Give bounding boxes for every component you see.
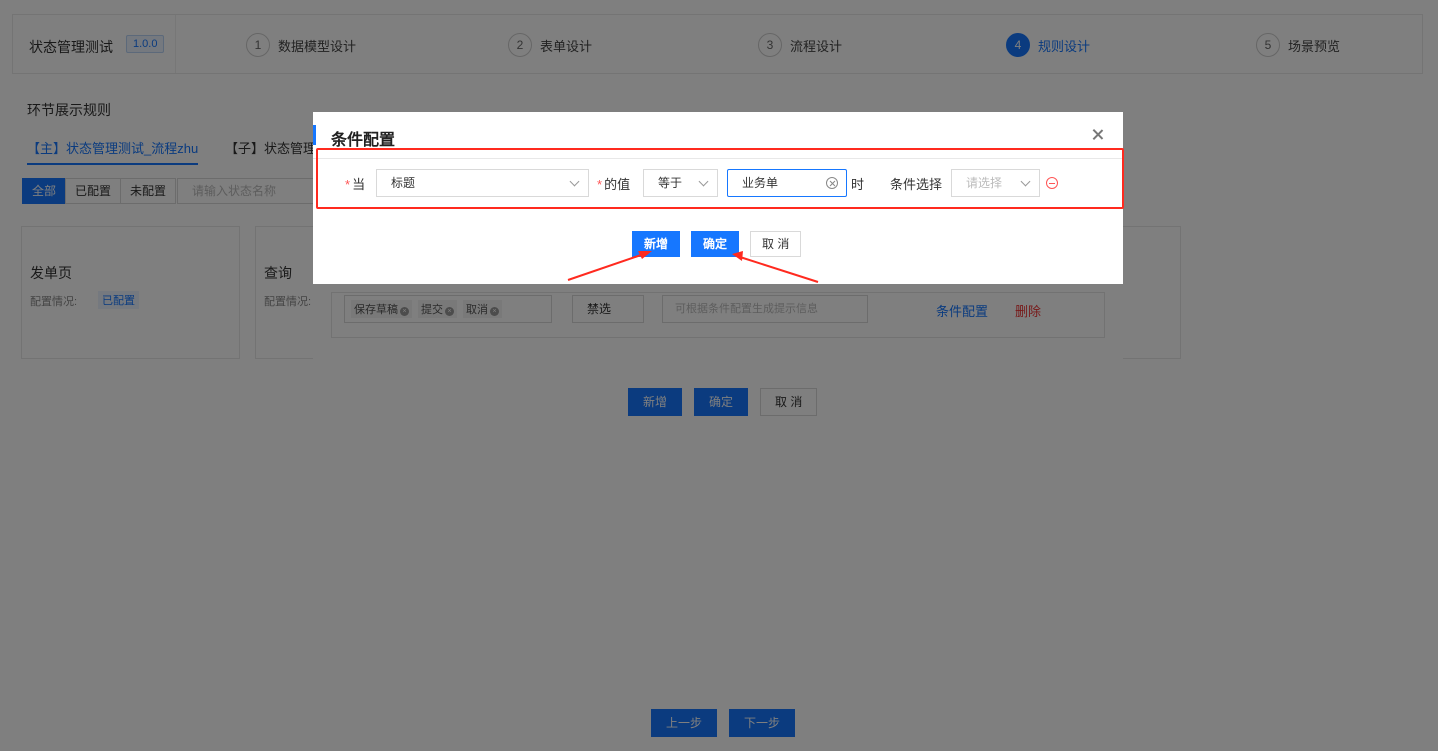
close-icon[interactable] (1091, 128, 1105, 142)
modal-title: 条件配置 (331, 132, 396, 149)
arrow-head (732, 251, 743, 261)
arrow-line (567, 253, 645, 281)
title-accent-bar (313, 125, 316, 145)
arrow-head (638, 251, 652, 259)
annotation-highlight-box (316, 148, 1124, 209)
annotation-arrows (567, 251, 819, 283)
arrow-line (739, 256, 819, 283)
